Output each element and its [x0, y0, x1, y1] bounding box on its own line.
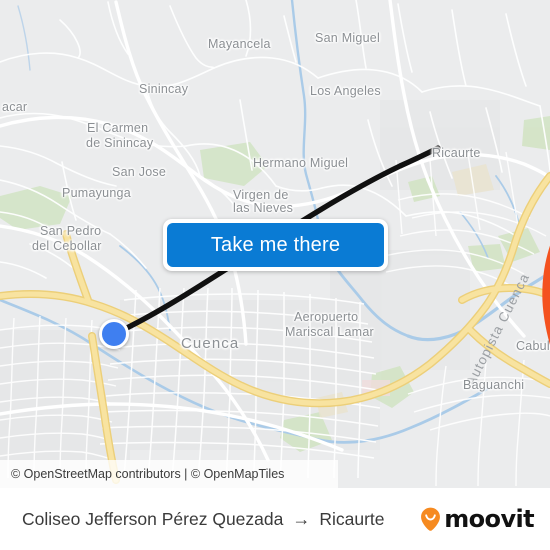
moovit-logo[interactable]: moovit	[420, 505, 535, 533]
take-me-there-button[interactable]: Take me there	[167, 223, 384, 267]
map-attribution-text[interactable]: © OpenStreetMap contributors | © OpenMap…	[11, 467, 284, 481]
moovit-pin-icon	[420, 507, 441, 531]
footer-bar: Coliseo Jefferson Pérez Quezada → Ricaur…	[0, 488, 550, 550]
route-summary: Coliseo Jefferson Pérez Quezada → Ricaur…	[22, 509, 385, 530]
map-canvas[interactable]: Autopista Cuenca acar Mayancela Sinincay Sa…	[0, 0, 550, 488]
moovit-wordmark: moovit	[444, 505, 534, 533]
moovit-route-screenshot: Autopista Cuenca acar Mayancela Sinincay Sa…	[0, 0, 550, 550]
map-attribution-bar: © OpenStreetMap contributors | © OpenMap…	[0, 460, 338, 488]
origin-dot-marker	[99, 319, 129, 349]
arrow-right-icon: →	[292, 508, 311, 529]
route-destination-label: Ricaurte	[319, 508, 385, 529]
route-origin-label: Coliseo Jefferson Pérez Quezada	[22, 508, 284, 529]
take-me-there-container[interactable]: Take me there	[163, 219, 388, 271]
